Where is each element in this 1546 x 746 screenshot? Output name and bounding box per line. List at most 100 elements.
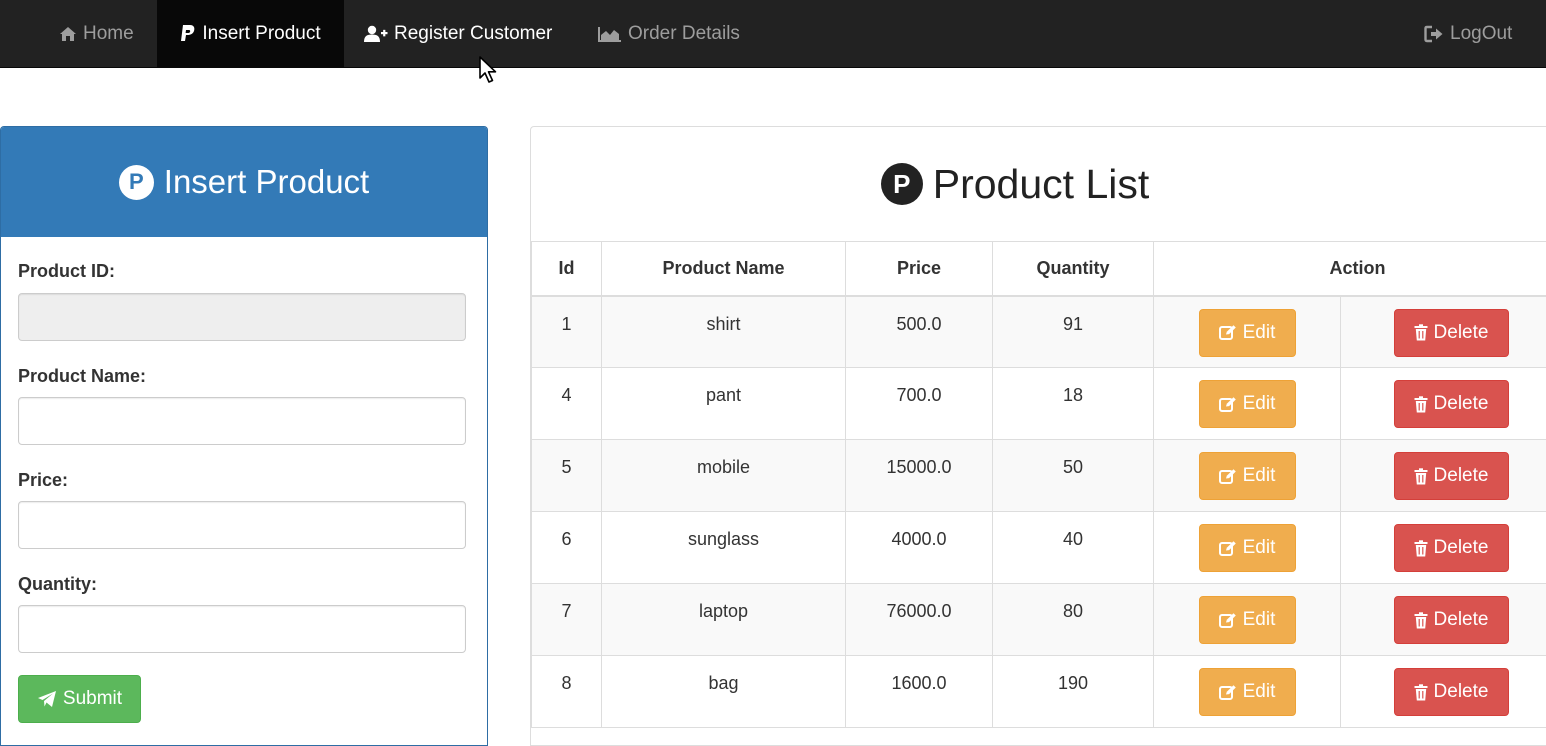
cell-edit: Edit <box>1154 656 1341 728</box>
edit-label: Edit <box>1243 393 1276 415</box>
edit-button[interactable]: Edit <box>1199 668 1296 716</box>
cell-delete: Delete <box>1341 440 1546 512</box>
cell-price: 15000.0 <box>846 440 993 512</box>
cell-edit: Edit <box>1154 440 1341 512</box>
cell-quantity: 40 <box>993 512 1154 584</box>
trash-icon <box>1414 684 1428 701</box>
cell-id: 1 <box>532 296 602 368</box>
delete-label: Delete <box>1434 322 1489 344</box>
edit-button[interactable]: Edit <box>1199 452 1296 500</box>
cell-quantity: 18 <box>993 368 1154 440</box>
edit-icon <box>1219 540 1237 557</box>
nav-insert-product-label: Insert Product <box>202 23 320 45</box>
submit-label: Submit <box>63 688 122 710</box>
delete-button[interactable]: Delete <box>1394 309 1509 357</box>
delete-label: Delete <box>1434 465 1489 487</box>
nav-logout-label: LogOut <box>1450 23 1512 45</box>
paypal-circle-icon: P <box>881 163 923 205</box>
product-id-input[interactable] <box>18 293 466 341</box>
delete-label: Delete <box>1434 681 1489 703</box>
cell-edit: Edit <box>1154 296 1341 368</box>
table-row: 5 mobile 15000.0 50 Edit <box>532 440 1546 512</box>
cell-price: 700.0 <box>846 368 993 440</box>
cell-edit: Edit <box>1154 368 1341 440</box>
mouse-cursor-icon <box>478 55 500 85</box>
cell-delete: Delete <box>1341 368 1546 440</box>
paper-plane-icon <box>37 690 57 708</box>
cell-product-name: sunglass <box>602 512 846 584</box>
edit-icon <box>1219 684 1237 701</box>
column-header-id: Id <box>532 242 602 296</box>
edit-button[interactable]: Edit <box>1199 524 1296 572</box>
delete-label: Delete <box>1434 537 1489 559</box>
nav-register-customer[interactable]: Register Customer <box>350 0 566 67</box>
edit-label: Edit <box>1243 537 1276 559</box>
cell-quantity: 91 <box>993 296 1154 368</box>
table-row: 4 pant 700.0 18 Edit De <box>532 368 1546 440</box>
edit-label: Edit <box>1243 322 1276 344</box>
quantity-input[interactable] <box>18 605 466 653</box>
edit-icon <box>1219 468 1237 485</box>
edit-label: Edit <box>1243 609 1276 631</box>
paypal-circle-icon: P <box>119 165 154 200</box>
edit-icon <box>1219 612 1237 629</box>
nav-logout[interactable]: LogOut <box>1410 0 1526 67</box>
quantity-label: Quantity: <box>18 574 97 595</box>
column-header-price: Price <box>846 242 993 296</box>
product-table: Id Product Name Price Quantity Action 1 … <box>531 241 1546 728</box>
cell-delete: Delete <box>1341 656 1546 728</box>
cell-quantity: 50 <box>993 440 1154 512</box>
cell-product-name: bag <box>602 656 846 728</box>
cell-delete: Delete <box>1341 512 1546 584</box>
table-header-row: Id Product Name Price Quantity Action <box>532 242 1546 296</box>
nav-home[interactable]: Home <box>44 0 156 67</box>
cell-delete: Delete <box>1341 296 1546 368</box>
table-row: 7 laptop 76000.0 80 Edit <box>532 584 1546 656</box>
price-input[interactable] <box>18 501 466 549</box>
cell-id: 5 <box>532 440 602 512</box>
paypal-icon <box>180 24 196 44</box>
cell-price: 76000.0 <box>846 584 993 656</box>
product-name-input[interactable] <box>18 397 466 445</box>
cell-price: 500.0 <box>846 296 993 368</box>
delete-button[interactable]: Delete <box>1394 380 1509 428</box>
cell-price: 4000.0 <box>846 512 993 584</box>
nav-home-label: Home <box>83 23 134 45</box>
nav-insert-product[interactable]: Insert Product <box>157 0 344 67</box>
trash-icon <box>1414 612 1428 629</box>
delete-button[interactable]: Delete <box>1394 524 1509 572</box>
edit-button[interactable]: Edit <box>1199 380 1296 428</box>
edit-icon <box>1219 324 1237 341</box>
product-list-header: P Product List <box>531 127 1546 241</box>
edit-icon <box>1219 396 1237 413</box>
area-chart-icon <box>598 26 622 42</box>
trash-icon <box>1414 396 1428 413</box>
delete-button[interactable]: Delete <box>1394 452 1509 500</box>
edit-button[interactable]: Edit <box>1199 309 1296 357</box>
cell-edit: Edit <box>1154 584 1341 656</box>
insert-product-header: P Insert Product <box>1 127 487 237</box>
product-name-label: Product Name: <box>18 366 146 387</box>
table-row: 6 sunglass 4000.0 40 Edit <box>532 512 1546 584</box>
submit-button[interactable]: Submit <box>18 675 141 723</box>
top-navbar: Home Insert Product Register Customer Or… <box>0 0 1546 68</box>
edit-label: Edit <box>1243 465 1276 487</box>
nav-order-details-label: Order Details <box>628 23 740 45</box>
insert-product-title: Insert Product <box>164 163 369 201</box>
trash-icon <box>1414 540 1428 557</box>
insert-product-panel: P Insert Product Product ID: Product Nam… <box>0 126 488 746</box>
cell-product-name: shirt <box>602 296 846 368</box>
cell-id: 7 <box>532 584 602 656</box>
price-label: Price: <box>18 470 68 491</box>
cell-id: 8 <box>532 656 602 728</box>
cell-price: 1600.0 <box>846 656 993 728</box>
nav-order-details[interactable]: Order Details <box>586 0 752 67</box>
delete-label: Delete <box>1434 609 1489 631</box>
cell-quantity: 80 <box>993 584 1154 656</box>
cell-id: 6 <box>532 512 602 584</box>
nav-register-customer-label: Register Customer <box>394 23 552 45</box>
delete-button[interactable]: Delete <box>1394 668 1509 716</box>
delete-button[interactable]: Delete <box>1394 596 1509 644</box>
edit-button[interactable]: Edit <box>1199 596 1296 644</box>
product-id-label: Product ID: <box>18 261 115 282</box>
